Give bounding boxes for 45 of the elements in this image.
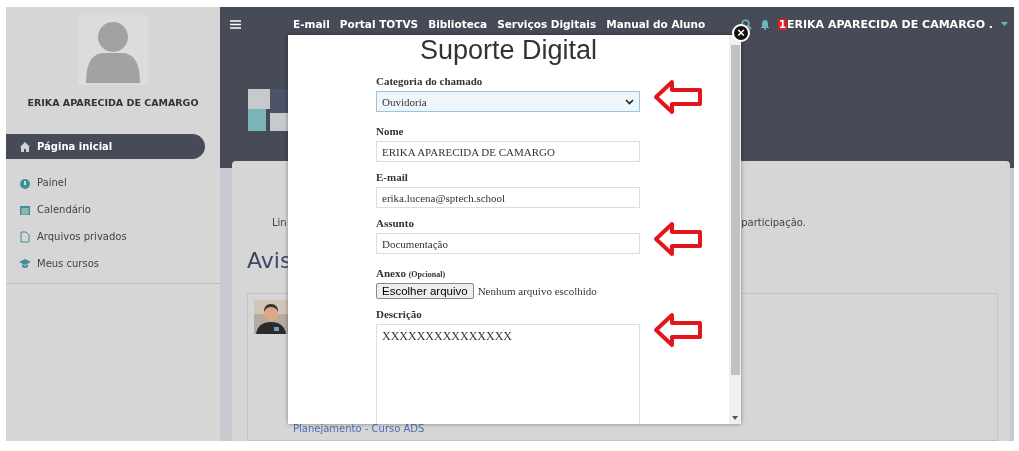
scroll-down-icon[interactable] xyxy=(732,416,738,420)
bell-icon[interactable] xyxy=(760,18,770,30)
input-field[interactable]: erika.lucena@sptech.school xyxy=(376,187,640,208)
input-field[interactable]: ERIKA APARECIDA DE CAMARGO xyxy=(376,141,640,162)
sidebar-item[interactable]: Painel xyxy=(6,169,220,196)
nav-link[interactable]: Serviços Digitais xyxy=(497,18,597,30)
avatar-icon xyxy=(78,15,148,85)
nav-link[interactable]: E-mail xyxy=(293,18,330,30)
user-menu[interactable]: ERIKA APARECIDA DE CAMARGO . xyxy=(786,17,993,31)
scrollbar[interactable] xyxy=(729,35,741,424)
field-label: Nome xyxy=(376,125,405,137)
body-text: Lin xyxy=(272,217,287,228)
body-text: participação. xyxy=(741,217,806,228)
notification-badge: 1 xyxy=(778,18,787,30)
description-field[interactable]: XXXXXXXXXXXXXXX xyxy=(376,324,640,424)
chevron-down-icon xyxy=(625,98,634,105)
sidebar-item[interactable]: Página inicial xyxy=(6,134,205,159)
category-select[interactable]: Ouvidoria xyxy=(376,91,640,112)
calendar-icon xyxy=(19,203,31,216)
menu-icon[interactable] xyxy=(230,19,241,29)
field-label: Assunto xyxy=(376,217,415,229)
arrow-icon xyxy=(652,311,704,349)
file-icon xyxy=(19,230,31,243)
graduation-cap-icon xyxy=(19,257,31,270)
file-status: Nenhum arquivo escolhido xyxy=(477,285,597,297)
input-field[interactable]: Documentação xyxy=(376,233,640,254)
field-label: Anexo (Opcional) xyxy=(376,267,447,279)
nav-link[interactable]: Manual do Aluno xyxy=(606,18,706,30)
home-icon xyxy=(19,140,31,153)
arrow-icon xyxy=(652,78,704,116)
arrow-icon xyxy=(652,220,704,258)
caret-icon[interactable] xyxy=(1001,21,1008,27)
nav-link[interactable]: Portal TOTVS xyxy=(339,18,419,30)
nav-link[interactable]: Biblioteca xyxy=(428,18,488,30)
post-link[interactable]: Planejamento - Curso ADS xyxy=(293,423,991,434)
dialog-title: Suporte Digital xyxy=(419,35,598,66)
search-icon[interactable] xyxy=(741,18,752,30)
field-label: E-mail xyxy=(376,171,409,183)
sidebar-item[interactable]: Meus cursos xyxy=(6,250,220,277)
user-name: ERIKA APARECIDA DE CAMARGO xyxy=(26,97,200,108)
field-label: Descrição xyxy=(376,308,423,320)
sidebar-item[interactable]: Arquivos privados xyxy=(6,223,220,250)
sidebar-item[interactable]: Calendário xyxy=(6,196,220,223)
choose-file-button[interactable]: Escolher arquivo xyxy=(376,283,474,299)
field-label: Categoria do chamado xyxy=(376,75,484,87)
